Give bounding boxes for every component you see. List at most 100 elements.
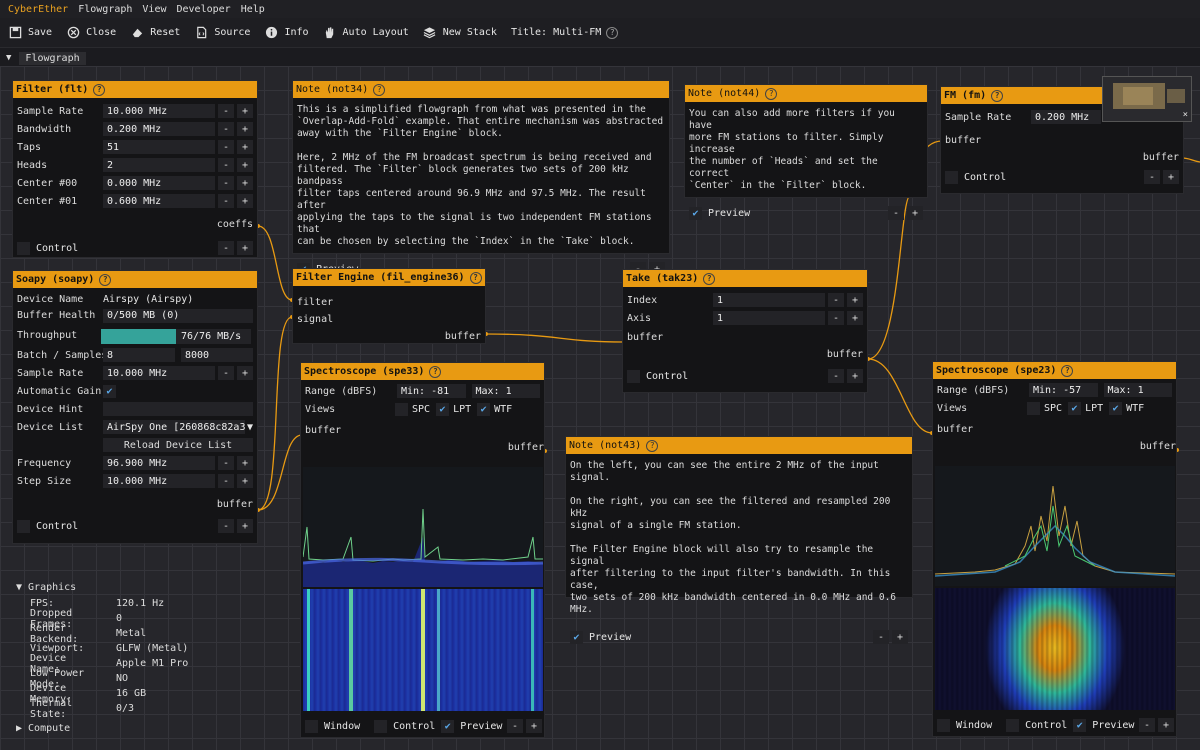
range-min-field[interactable]: Min: -81 [397, 384, 466, 398]
close-button[interactable]: Close [66, 26, 116, 40]
soapy-node[interactable]: Soapy (soapy) ? Device Name Airspy (Airs… [12, 270, 258, 544]
menu-flowgraph[interactable]: Flowgraph [78, 4, 132, 15]
bandwidth-field[interactable]: 0.200 MHz [103, 122, 215, 136]
graphics-header[interactable]: ▼ Graphics [16, 578, 286, 596]
filter-node[interactable]: Filter (flt) ? Sample Rate 10.000 MHz - +… [12, 80, 258, 258]
heads-field[interactable]: 2 [103, 158, 215, 172]
window-checkbox[interactable] [305, 719, 318, 733]
buffer-output-port[interactable]: buffer [937, 438, 1176, 455]
decrement-button[interactable]: - [218, 176, 234, 190]
buffer-input-port[interactable]: buffer [627, 329, 863, 346]
index-field[interactable]: 1 [713, 293, 825, 307]
buffer-input-port[interactable]: buffer [305, 422, 540, 439]
increment-button[interactable]: + [237, 241, 253, 255]
info-button[interactable]: Info [264, 26, 309, 40]
help-icon[interactable]: ? [93, 83, 106, 96]
compute-header[interactable]: ▶ Compute [16, 719, 286, 737]
lpt-checkbox[interactable]: ✔ [436, 402, 450, 416]
control-checkbox[interactable] [17, 519, 30, 533]
range-min-field[interactable]: Min: -57 [1029, 383, 1098, 397]
taps-field[interactable]: 51 [103, 140, 215, 154]
decrement-button[interactable]: - [218, 158, 234, 172]
step-size-field[interactable]: 10.000 MHz [103, 474, 215, 488]
decrement-button[interactable]: - [218, 241, 234, 255]
buffer-input-port[interactable]: buffer [937, 421, 1172, 438]
preview-checkbox[interactable]: ✔ [441, 719, 455, 733]
spectrum-plot[interactable] [934, 466, 1176, 586]
signal-input-port[interactable]: signal [297, 311, 481, 328]
decrement-button[interactable]: - [828, 369, 844, 383]
filter-engine-node-header[interactable]: Filter Engine (fil_engine36) ? [293, 269, 485, 286]
spectroscope-header[interactable]: Spectroscope (spe23) ? [933, 362, 1176, 379]
reset-button[interactable]: Reset [130, 26, 180, 40]
filter-engine-node[interactable]: Filter Engine (fil_engine36) ? filter si… [292, 268, 486, 344]
increment-button[interactable]: + [847, 311, 863, 325]
spc-checkbox[interactable] [1027, 401, 1040, 415]
take-node[interactable]: Take (tak23) ? Index 1 - + Axis 1 - + buff… [622, 269, 868, 393]
wtf-checkbox[interactable]: ✔ [477, 402, 491, 416]
increment-button[interactable]: + [237, 140, 253, 154]
increment-button[interactable]: + [847, 293, 863, 307]
menu-developer[interactable]: Developer [177, 4, 231, 15]
decrement-button[interactable]: - [828, 311, 844, 325]
increment-button[interactable]: + [526, 719, 542, 733]
spectroscope-node-spe33[interactable]: Spectroscope (spe33) ? Range (dBFS) Min:… [300, 362, 545, 738]
sample-rate-field[interactable]: 10.000 MHz [103, 366, 215, 380]
save-button[interactable]: Save [8, 26, 52, 40]
increment-button[interactable]: + [237, 158, 253, 172]
device-hint-field[interactable] [103, 402, 253, 416]
increment-button[interactable]: + [237, 366, 253, 380]
decrement-button[interactable]: - [218, 194, 234, 208]
tab-flowgraph[interactable]: Flowgraph [19, 51, 86, 65]
menu-view[interactable]: View [142, 4, 166, 15]
increment-button[interactable]: + [847, 369, 863, 383]
control-checkbox[interactable] [17, 241, 30, 255]
coeffs-output-port[interactable]: coeffs [17, 216, 253, 233]
buffer-output-port[interactable]: buffer [17, 496, 253, 513]
expand-arrow-icon[interactable]: ▶ [16, 723, 22, 734]
decrement-button[interactable]: - [218, 519, 234, 533]
increment-button[interactable]: + [237, 474, 253, 488]
buffer-output-port[interactable]: buffer [945, 149, 1179, 166]
auto-layout-button[interactable]: Auto Layout [323, 26, 409, 40]
soapy-node-header[interactable]: Soapy (soapy) ? [13, 271, 257, 288]
decrement-button[interactable]: - [218, 366, 234, 380]
increment-button[interactable]: + [237, 456, 253, 470]
spectroscope-node-spe23[interactable]: Spectroscope (spe23) ? Range (dBFS) Min:… [932, 361, 1177, 737]
control-checkbox[interactable] [1006, 718, 1020, 732]
increment-button[interactable]: + [907, 206, 923, 220]
minimap[interactable]: × [1102, 76, 1192, 122]
help-icon[interactable]: ? [703, 272, 716, 285]
increment-button[interactable]: + [1158, 718, 1174, 732]
flowgraph-title[interactable]: Title: Multi-FM ? [511, 26, 619, 39]
decrement-button[interactable]: - [1139, 718, 1155, 732]
help-icon[interactable]: ? [429, 365, 442, 378]
spectroscope-header[interactable]: Spectroscope (spe33) ? [301, 363, 544, 380]
waterfall-plot[interactable] [303, 589, 543, 711]
control-checkbox[interactable] [374, 719, 388, 733]
decrement-button[interactable]: - [828, 293, 844, 307]
range-max-field[interactable]: Max: 1 [1103, 383, 1172, 397]
batch-field[interactable]: 8 [103, 348, 175, 362]
filter-node-header[interactable]: Filter (flt) ? [13, 81, 257, 98]
note-header[interactable]: Note (not44) ? [685, 85, 927, 102]
help-icon[interactable]: ? [646, 439, 659, 452]
waterfall-plot[interactable] [935, 588, 1175, 710]
increment-button[interactable]: + [1163, 170, 1179, 184]
help-icon[interactable]: ? [469, 271, 482, 284]
dropdown-arrow-icon[interactable]: ▼ [247, 422, 253, 433]
help-icon[interactable]: ? [99, 273, 112, 286]
preview-checkbox[interactable]: ✔ [570, 630, 583, 644]
take-node-header[interactable]: Take (tak23) ? [623, 270, 867, 287]
increment-button[interactable]: + [237, 519, 253, 533]
center-00-field[interactable]: 0.000 MHz [103, 176, 215, 190]
decrement-button[interactable]: - [873, 630, 889, 644]
center-01-field[interactable]: 0.600 MHz [103, 194, 215, 208]
close-icon[interactable]: × [1183, 110, 1188, 120]
device-list-select[interactable]: AirSpy One [260868c82a326 [103, 420, 245, 434]
window-checkbox[interactable] [937, 718, 950, 732]
lpt-checkbox[interactable]: ✔ [1068, 401, 1082, 415]
samples-field[interactable]: 8000 [181, 348, 253, 362]
decrement-button[interactable]: - [218, 140, 234, 154]
spectrum-plot[interactable] [302, 467, 544, 587]
